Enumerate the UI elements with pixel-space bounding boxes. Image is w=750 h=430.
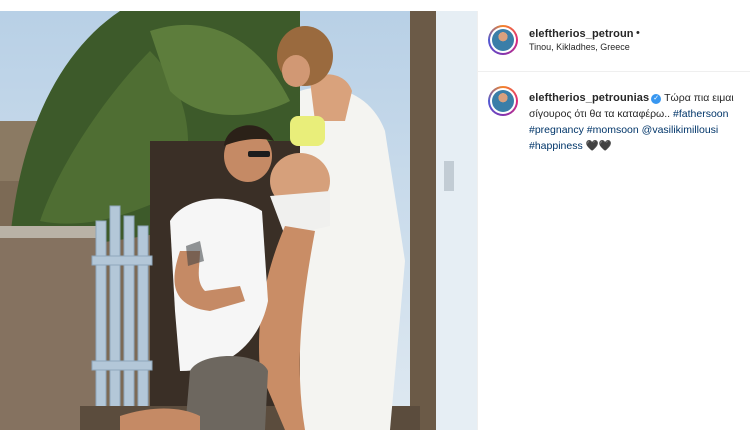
caption-body: eleftherios_petrounias ✓ Τώρα πια ειμαι σ… (529, 90, 744, 154)
separator-dot: • (636, 27, 640, 39)
heart-emoji: 🖤🖤 (585, 140, 612, 152)
verified-badge-icon: ✓ (651, 94, 662, 104)
hashtag-link[interactable]: #momsoon (587, 124, 639, 136)
hashtag-link[interactable]: #pregnancy (529, 124, 584, 136)
caption-username[interactable]: eleftherios_petrounias (529, 92, 649, 104)
mention-link[interactable]: @vasilikimillousi (642, 124, 719, 136)
post-username[interactable]: eleftherios_petroun (529, 28, 634, 40)
post-photo[interactable] (0, 11, 477, 430)
post-side-panel: eleftherios_petroun • Tinou, Kikladhes, … (477, 11, 750, 430)
avatar[interactable] (488, 86, 518, 116)
avatar[interactable] (488, 25, 518, 55)
hashtag-link[interactable]: #fathersoon (673, 108, 728, 120)
hashtag-link[interactable]: #happiness (529, 140, 583, 152)
post-location[interactable]: Tinou, Kikladhes, Greece (529, 42, 630, 52)
post-header: eleftherios_petroun • Tinou, Kikladhes, … (478, 11, 750, 72)
photo-illustration (0, 11, 477, 430)
